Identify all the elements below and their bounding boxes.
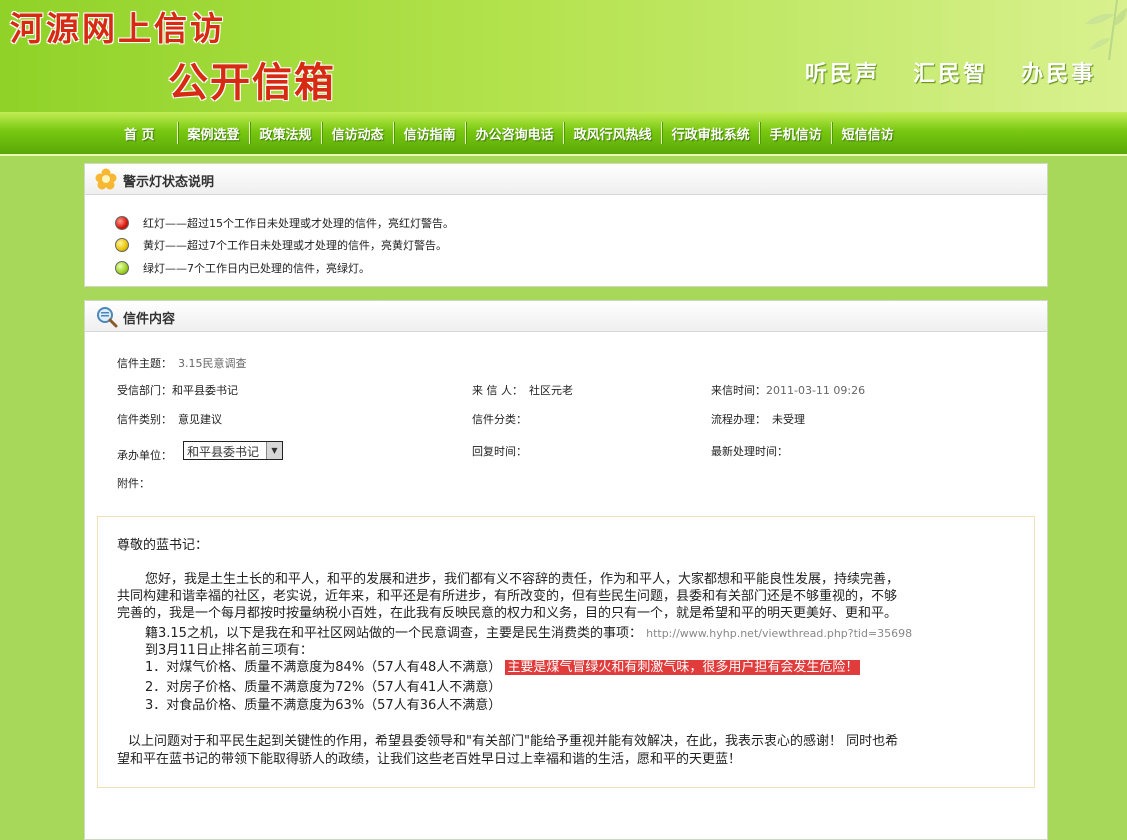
unit-label: 承办单位： (117, 449, 172, 462)
time-value: 2011-03-11 09:26 (766, 384, 866, 397)
subject-value: 3.15民意调查 (178, 357, 247, 370)
letter-paragraph: 完善的，我是一个每月都按时按量纳税小百姓，在此我有反映民意的权力和义务，目的只有… (117, 606, 898, 621)
subject-field: 信件主题： 3.15民意调查 (117, 357, 247, 370)
nav-cases[interactable]: 案例选登 (179, 124, 249, 143)
legend-item-red: 红灯——超过15个工作日未处理或才处理的信件，亮红灯警告。 (115, 215, 454, 231)
slogan-act: 办民事 (1021, 62, 1097, 87)
letter-paragraph: 望和平在蓝书记的带领下能取得骄人的政绩，让我们这些老百姓早日过上幸福和谐的生活，… (117, 752, 742, 767)
letter-paragraph: 您好，我是土生土长的和平人，和平的发展和进步，我们都有义不容辞的责任，作为和平人… (145, 572, 900, 587)
nav-home[interactable]: 首 页 (110, 124, 177, 143)
sender-value: 社区元老 (529, 384, 573, 397)
letter-paragraph: 共同构建和谐幸福的社区，老实说，近年来，和平还是有所进步，有所改变的，但有些民生… (117, 589, 898, 604)
panel-title: 信件内容 (123, 312, 176, 327)
star-flower-icon (95, 168, 117, 190)
letter-paragraph: 到3月11日止排名前三项有： (145, 643, 313, 658)
survey-link[interactable]: http://www.hyhp.net/viewthread.php?tid=3… (646, 627, 912, 640)
slogan-listen: 听民声 (805, 62, 881, 87)
list-item: 2．对房子价格、质量不满意度为72%（57人有41人不满意） (145, 680, 502, 695)
dept-field: 受信部门：和平县委书记 (117, 384, 238, 397)
site-header: 河源网上信访 公开信箱 听民声 汇民智 办民事 (0, 0, 1127, 112)
category-value: 意见建议 (178, 413, 222, 426)
slogans: 听民声 汇民智 办民事 (805, 56, 1124, 88)
highlighted-complaint: 主要是煤气冒绿火和有刺激气味，很多用户担有会发生危险！ (505, 660, 861, 675)
nav-mobile[interactable]: 手机信访 (761, 124, 831, 143)
nav-office-phone[interactable]: 办公咨询电话 (467, 124, 563, 143)
time-field: 来信时间：2011-03-11 09:26 (711, 384, 866, 397)
status-legend-panel: 警示灯状态说明 红灯——超过15个工作日未处理或才处理的信件，亮红灯警告。 黄灯… (84, 163, 1048, 287)
nav-hotline[interactable]: 政风行风热线 (565, 124, 661, 143)
legend-item-green: 绿灯——7个工作日内已处理的信件，亮绿灯。 (115, 260, 370, 276)
letter-content-panel: 信件内容 信件主题： 3.15民意调查 受信部门：和平县委书记 来 信 人： 社区元… (84, 300, 1048, 840)
red-light-icon (115, 216, 129, 230)
nav-news[interactable]: 信访动态 (323, 124, 393, 143)
letter-body: 尊敬的蓝书记： 您好，我是土生土长的和平人，和平的发展和进步，我们都有义不容辞的… (97, 516, 1035, 788)
panel-header: 警示灯状态说明 (85, 164, 1047, 195)
list-item: 1．对煤气价格、质量不满意度为84%（57人有48人不满意） 主要是煤气冒绿火和… (145, 660, 861, 675)
main-nav: 首 页 案例选登 政策法规 信访动态 信访指南 办公咨询电话 政风行风热线 行政… (0, 112, 1127, 156)
site-title: 河源网上信访 (10, 9, 226, 48)
dept-value: 和平县委书记 (172, 384, 238, 397)
slogan-gather: 汇民智 (913, 62, 989, 87)
process-value: 未受理 (772, 413, 805, 426)
nav-policies[interactable]: 政策法规 (251, 124, 321, 143)
unit-select[interactable]: 和平县委书记 ▼ (183, 441, 283, 460)
process-field: 流程办理： 未受理 (711, 413, 805, 426)
magnifier-icon (97, 307, 118, 328)
letter-paragraph: 籍3.15之机，以下是我在和平社区网站做的一个民意调查，主要是民生消费类的事项：… (145, 626, 913, 641)
panel-header: 信件内容 (85, 301, 1047, 332)
reply-time-field: 回复时间： (472, 445, 527, 458)
yellow-light-icon (115, 238, 129, 252)
legend-item-yellow: 黄灯——超过7个工作日未处理或才处理的信件，亮黄灯警告。 (115, 237, 447, 253)
nav-guide[interactable]: 信访指南 (395, 124, 465, 143)
bamboo-decoration-icon (1085, 0, 1127, 60)
attachment-field: 附件： (117, 477, 150, 490)
panel-title: 警示灯状态说明 (123, 175, 215, 190)
chevron-down-icon[interactable]: ▼ (266, 442, 282, 459)
site-subtitle: 公开信箱 (168, 59, 336, 106)
letter-paragraph: 以上问题对于和平民生起到关键性的作用，希望县委领导和"有关部门"能给予重视并能有… (128, 734, 899, 749)
unit-select-value: 和平县委书记 (187, 445, 260, 459)
letter-greeting: 尊敬的蓝书记： (117, 538, 209, 553)
list-item: 3．对食品价格、质量不满意度为63%（57人有36人不满意） (145, 698, 502, 713)
nav-approval[interactable]: 行政审批系统 (663, 124, 759, 143)
nav-sms[interactable]: 短信信访 (833, 124, 903, 143)
category-field: 信件类别： 意见建议 (117, 413, 222, 426)
green-light-icon (115, 261, 129, 275)
latest-time-field: 最新处理时间： (711, 445, 788, 458)
classification-field: 信件分类： (472, 413, 527, 426)
sender-field: 来 信 人： 社区元老 (472, 384, 573, 397)
